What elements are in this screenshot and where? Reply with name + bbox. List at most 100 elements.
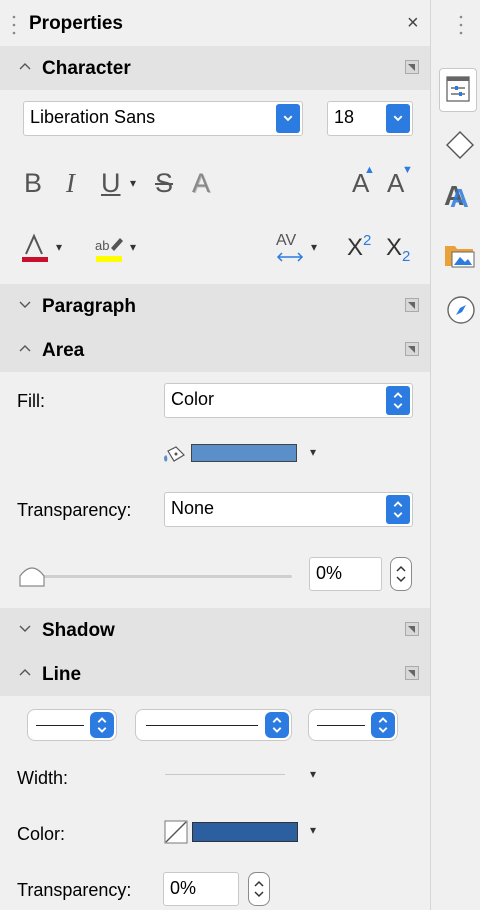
fill-type-combo[interactable]: Color [164,383,413,418]
subscript-button[interactable]: X2 [386,234,411,265]
panel-title: Properties [29,13,123,34]
shadow-section-header[interactable]: Shadow [0,608,430,652]
font-color-button[interactable] [20,232,50,264]
sidebar-tab-bar: AA [431,0,480,910]
bold-button[interactable]: B [24,168,42,199]
grow-font-button[interactable]: A ▲ [352,164,375,199]
chevron-down-icon [19,301,31,308]
fill-type-spin-button[interactable] [386,386,410,415]
chevron-up-icon [19,345,31,352]
fill-label: Fill: [17,391,45,411]
properties-tab-icon[interactable] [439,68,477,112]
more-options-icon[interactable] [405,666,419,680]
font-size-combo[interactable]: 18 [327,101,413,136]
line-end-arrow-combo[interactable] [308,709,398,741]
line-transparency-spinner[interactable] [248,872,270,906]
properties-panel: Properties × Character Liberation Sans 1… [0,0,431,910]
line-transparency-field[interactable]: 0% [163,872,239,906]
panel-grip-icon [12,14,16,36]
area-transparency-value: None [171,498,215,518]
line-width-preview[interactable] [165,774,285,775]
font-name-dropdown-button[interactable] [276,104,300,133]
font-name-combo[interactable]: Liberation Sans [23,101,303,136]
tab-menu-grip-icon[interactable] [459,14,463,36]
line-width-label: Width: [17,768,69,788]
fill-type-value: Color [171,389,215,409]
chevron-up-icon [19,63,31,70]
area-transparency-combo[interactable]: None [164,492,413,527]
line-style-combo[interactable] [135,709,292,741]
shadow-button[interactable]: A [192,168,210,199]
area-section-label: Area [42,340,85,361]
spacing-arrows-icon [276,252,304,262]
line-color-dropdown-icon[interactable]: ▾ [310,823,316,837]
line-transparency-label: Transparency: [17,880,132,900]
styles-tab-icon[interactable]: AA [443,178,477,213]
font-color-icon [22,233,48,262]
transparency-percent-field[interactable]: 0% [309,557,382,591]
character-section-header[interactable]: Character [0,46,430,90]
line-color-swatch[interactable] [192,822,298,842]
line-width-dropdown-icon[interactable]: ▾ [310,767,316,781]
spacing-dropdown-icon[interactable]: ▾ [311,240,317,254]
highlighter-icon: ab [95,238,123,262]
subscript-base: X [386,234,403,261]
highlight-dropdown-icon[interactable]: ▾ [130,240,136,254]
close-panel-button[interactable]: × [407,12,419,35]
fill-color-bucket-icon [162,445,188,465]
font-name-value: Liberation Sans [30,107,156,127]
svg-text:ab: ab [95,238,109,253]
superscript-base: X [347,234,364,261]
area-transparency-spin-button[interactable] [386,495,410,524]
more-options-icon[interactable] [405,622,419,636]
character-spacing-button[interactable]: AV [274,232,306,264]
paragraph-section-label: Paragraph [42,296,136,317]
more-options-icon[interactable] [405,298,419,312]
shrink-font-button[interactable]: A ▼ [387,164,413,199]
subscript-exp: 2 [402,248,411,265]
area-transparency-label: Transparency: [17,500,132,520]
superscript-exp: 2 [363,232,372,249]
gallery-tab-icon[interactable] [443,238,477,272]
superscript-button[interactable]: X2 [347,232,372,262]
more-options-icon[interactable] [405,342,419,356]
fill-color-dropdown-icon[interactable]: ▾ [310,445,316,459]
line-style-preview [146,725,258,726]
line-start-preview [36,725,84,726]
area-section-header[interactable]: Area [0,328,430,372]
underline-button[interactable]: U [101,168,121,199]
font-size-dropdown-button[interactable] [386,104,410,133]
line-color-label: Color: [17,824,66,844]
fill-color-swatch[interactable] [191,444,297,462]
underline-dropdown-icon[interactable]: ▾ [130,176,136,190]
grow-arrow-icon: ▲ [364,164,375,176]
chevron-up-icon [19,669,31,676]
more-options-icon[interactable] [405,60,419,74]
character-spacing-label: AV [276,232,297,249]
shrink-arrow-icon: ▼ [402,164,413,176]
line-style-spin-button[interactable] [265,712,289,738]
font-size-value: 18 [334,107,355,127]
highlight-color-button[interactable]: ab [94,232,124,264]
transparency-slider-handle[interactable] [18,562,46,588]
navigator-tab-icon[interactable] [445,294,477,326]
line-start-arrow-combo[interactable] [27,709,117,741]
shadow-section-label: Shadow [42,620,115,641]
line-end-preview [317,725,365,726]
strikethrough-button[interactable]: S [155,168,173,199]
transparency-slider-track[interactable] [30,575,292,578]
font-color-dropdown-icon[interactable]: ▾ [56,240,62,254]
transparency-percent-value: 0% [316,563,343,583]
line-section-header[interactable]: Line [0,652,430,696]
character-section-label: Character [42,58,131,79]
chevron-down-icon [19,625,31,632]
transparency-percent-spinner[interactable] [390,557,412,591]
line-section-label: Line [42,664,82,685]
paragraph-section-header[interactable]: Paragraph [0,284,430,328]
line-color-icon [164,820,188,844]
line-end-spin-button[interactable] [371,712,395,738]
line-transparency-value: 0% [170,878,197,898]
line-start-spin-button[interactable] [90,712,114,738]
shapes-tab-icon[interactable] [445,130,475,160]
italic-button[interactable]: I [66,168,75,199]
